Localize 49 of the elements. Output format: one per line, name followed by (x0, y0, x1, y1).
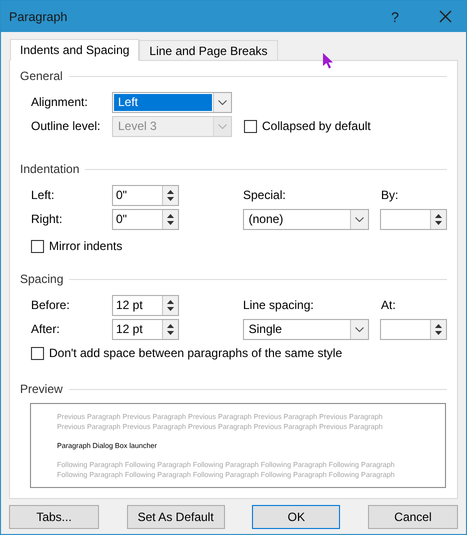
field-label: Alignment: (31, 95, 89, 109)
section-heading: Preview (20, 382, 63, 396)
spin-field[interactable]: 0" (112, 208, 179, 230)
checkbox-label[interactable]: Collapsed by default (244, 119, 371, 133)
chevron-down-icon (355, 216, 364, 222)
checkbox[interactable] (244, 120, 257, 132)
spin-arrows-icon (167, 188, 174, 202)
dialog-button[interactable]: Cancel (368, 505, 458, 529)
field-label: Line spacing: (243, 298, 315, 312)
section-heading: Indentation (20, 162, 80, 176)
close-icon (438, 10, 452, 23)
section-heading: Spacing (20, 272, 64, 286)
field-label: At: (381, 298, 397, 312)
section-heading: General (20, 69, 63, 83)
spin-arrows-icon (435, 212, 442, 226)
checkbox[interactable] (31, 346, 44, 360)
spin-field[interactable] (380, 318, 447, 340)
dialog-button[interactable]: Set As Default (126, 505, 225, 529)
chevron-down-icon (355, 326, 364, 332)
tab[interactable]: Indents and Spacing (10, 39, 140, 61)
spin-field[interactable]: 12 pt (112, 294, 179, 316)
spin-field[interactable] (380, 208, 447, 230)
window-title: Paragraph (9, 10, 68, 24)
checkbox-label[interactable]: Don't add space between paragraphs of the same style (31, 346, 342, 360)
field-label: Outline level: (31, 119, 102, 133)
field-label: Special: (243, 188, 287, 202)
field-label: By: (381, 188, 400, 202)
help-button[interactable]: ? (380, 4, 410, 28)
mouse-pointer-icon (323, 53, 335, 69)
tab[interactable]: Line and Page Breaks (139, 40, 278, 60)
dialog-button[interactable]: Tabs... (9, 505, 99, 529)
field-label: Left: (31, 188, 56, 202)
spin-arrows-icon (166, 322, 174, 336)
spin-arrows-icon (435, 322, 442, 336)
spin-field[interactable]: 0" (112, 184, 179, 206)
field-label: Right: (31, 212, 64, 226)
spin-arrows-icon (167, 298, 174, 312)
field-label: Before: (31, 298, 71, 312)
field-label: After: (31, 322, 61, 336)
dropdown[interactable]: Left (112, 92, 232, 112)
chevron-down-icon (218, 124, 227, 128)
spin-field[interactable]: 12 pt (112, 318, 179, 340)
dropdown[interactable]: (none) (242, 208, 370, 230)
dialog-button[interactable]: OK (252, 505, 340, 529)
spin-arrows-icon (166, 212, 174, 226)
checkbox[interactable] (31, 240, 44, 252)
chevron-down-icon (218, 100, 227, 104)
dropdown[interactable]: Single (242, 318, 370, 340)
checkbox-label[interactable]: Mirror indents (31, 239, 122, 253)
